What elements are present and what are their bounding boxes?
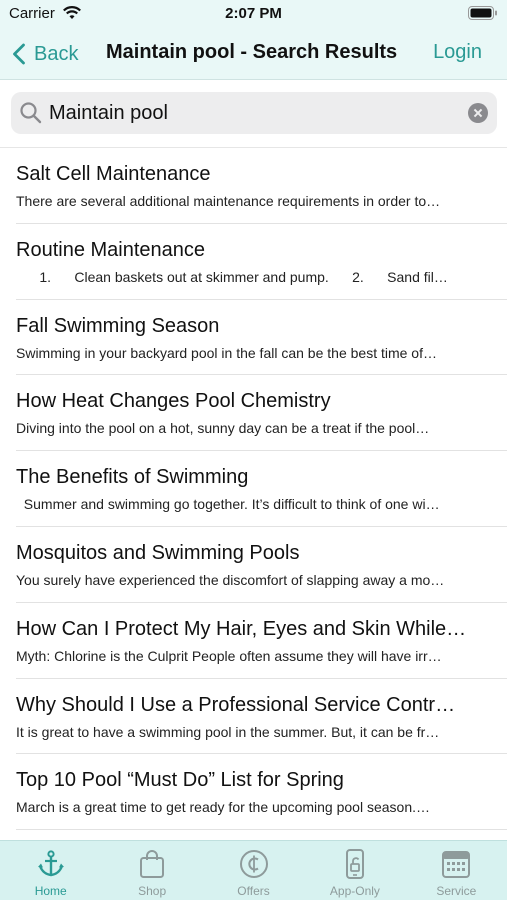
tab-label: Offers (237, 884, 270, 898)
result-snippet: 1. Clean baskets out at skimmer and pump… (16, 268, 448, 285)
tab-service[interactable]: Service (406, 841, 507, 900)
result-title: Mosquitos and Swimming Pools (16, 541, 300, 564)
login-button[interactable]: Login (433, 41, 482, 64)
phone-unlock-icon (345, 849, 364, 879)
result-snippet: It is great to have a swimming pool in t… (16, 723, 440, 740)
result-snippet: There are several additional maintenance… (16, 193, 441, 209)
tab-shop[interactable]: Shop (101, 841, 202, 900)
battery-icon (468, 6, 497, 20)
tab-app-only[interactable]: App-Only (304, 841, 405, 900)
tab-label: Home (34, 884, 67, 898)
result-item[interactable]: The Benefits of Swimming Summer and swim… (0, 451, 507, 527)
search-icon (20, 102, 42, 124)
result-title: How Can I Protect My Hair, Eyes and Skin… (16, 617, 467, 640)
result-snippet: March is a great time to get ready for t… (16, 799, 430, 816)
clear-search-button[interactable] (468, 103, 488, 123)
tab-home[interactable]: Home (0, 841, 101, 900)
back-button[interactable]: Back (12, 40, 78, 68)
result-snippet: Summer and swimming go together. It’s di… (16, 496, 440, 513)
tab-offers[interactable]: Offers (203, 841, 304, 900)
result-snippet: Diving into the pool on a hot, sunny day… (16, 420, 430, 437)
status-bar: Carrier 2:07 PM (0, 0, 507, 28)
shopping-bag-icon (140, 850, 165, 878)
chevron-left-icon (13, 43, 25, 65)
anchor-icon (37, 850, 64, 877)
result-title: The Benefits of Swimming (16, 466, 249, 489)
result-item[interactable]: How Can I Protect My Hair, Eyes and Skin… (0, 603, 507, 679)
result-title: Fall Swimming Season (16, 314, 220, 337)
result-snippet: You surely have experienced the discomfo… (16, 571, 445, 588)
result-title: Routine Maintenance (16, 238, 206, 261)
search-results-list: Salt Cell Maintenance There are several … (0, 148, 507, 840)
result-title: Why Should I Use a Professional Service … (16, 693, 456, 716)
result-item[interactable]: Top 10 Pool “Must Do” List for Spring Ma… (0, 754, 507, 830)
result-title: Salt Cell Maintenance (16, 163, 211, 185)
result-snippet: Myth: Chlorine is the Culprit People oft… (16, 647, 442, 664)
search-field[interactable] (11, 92, 497, 134)
result-title: How Heat Changes Pool Chemistry (16, 390, 331, 413)
page-title: Maintain pool - Search Results (106, 41, 398, 63)
result-item[interactable]: Mosquitos and Swimming Pools You surely … (0, 527, 507, 603)
result-snippet: Swimming in your backyard pool in the fa… (16, 344, 437, 361)
tab-label: App-Only (329, 884, 380, 898)
back-label: Back (34, 42, 79, 65)
result-item[interactable]: Why Should I Use a Professional Service … (0, 679, 507, 755)
tab-label: Service (436, 884, 477, 898)
navigation-bar: Back Maintain pool - Search Results Logi… (0, 28, 507, 80)
result-item[interactable]: Routine Maintenance 1. Clean baskets out… (0, 224, 507, 300)
cent-coin-icon (239, 850, 268, 878)
tab-label: Shop (138, 884, 167, 898)
result-item[interactable]: Salt Cell Maintenance There are several … (0, 148, 507, 224)
clock-time: 2:07 PM (225, 5, 282, 22)
result-item[interactable]: How Heat Changes Pool Chemistry Diving i… (0, 375, 507, 451)
search-bar (0, 80, 507, 148)
calendar-icon (442, 851, 471, 878)
tab-bar: Home Shop Offers App-Only Service (0, 840, 507, 900)
search-input[interactable] (49, 92, 459, 134)
result-title: Top 10 Pool “Must Do” List for Spring (16, 769, 344, 792)
result-item[interactable]: Fall Swimming Season Swimming in your ba… (0, 300, 507, 376)
